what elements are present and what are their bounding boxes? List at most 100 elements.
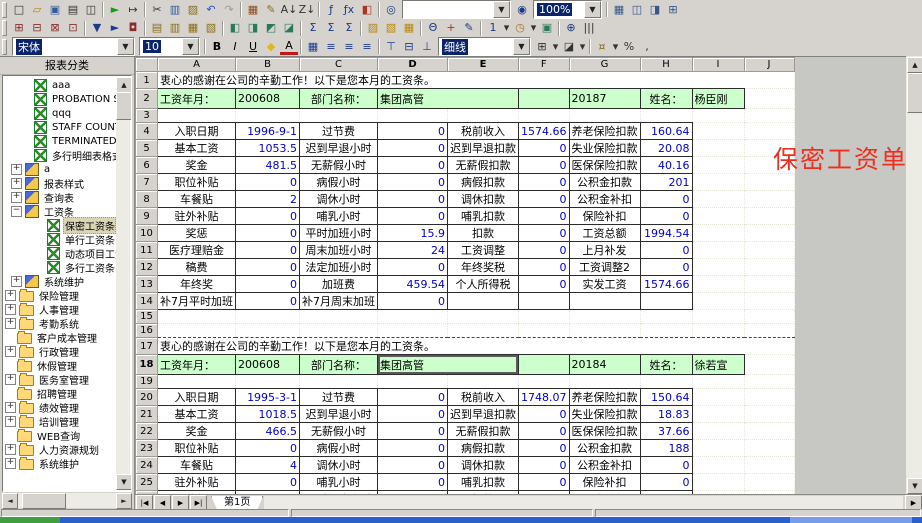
- cell-F20[interactable]: 1748.07: [519, 389, 570, 406]
- prev-sheet-button[interactable]: ◀: [154, 495, 171, 510]
- cell-D10[interactable]: 15.9: [378, 225, 448, 242]
- cell-A22[interactable]: 奖金: [158, 423, 236, 440]
- autosum-icon[interactable]: Σ: [304, 20, 322, 36]
- cell-J11[interactable]: [744, 242, 794, 259]
- cell-A7[interactable]: 职位补贴: [158, 174, 236, 191]
- cell-B6[interactable]: 481.5: [236, 157, 300, 174]
- row-header-7[interactable]: 7: [136, 174, 158, 191]
- column-header-B[interactable]: B: [236, 58, 300, 72]
- cell-H16[interactable]: [640, 324, 692, 338]
- row-header-23[interactable]: 23: [136, 440, 158, 457]
- name-box-dropdown-icon[interactable]: ▼: [493, 1, 510, 18]
- cell-D9[interactable]: 0: [378, 208, 448, 225]
- dept-value[interactable]: 集团高管: [378, 89, 519, 109]
- cell-I9[interactable]: [692, 208, 744, 225]
- cell-B20[interactable]: 1995-3-1: [236, 389, 300, 406]
- folder-new-icon[interactable]: ▨: [364, 20, 382, 36]
- expand-toggle-icon[interactable]: +: [5, 416, 16, 427]
- report-design-icon[interactable]: ▤: [148, 20, 166, 36]
- column-header-J[interactable]: J: [744, 58, 794, 72]
- cell-F19[interactable]: [519, 375, 570, 389]
- cell-C7[interactable]: 病假小时: [300, 174, 378, 191]
- period-label[interactable]: 工资年月：: [158, 355, 236, 375]
- cell-G5[interactable]: 失业保险扣款: [569, 140, 640, 157]
- cell-A13[interactable]: 年终奖: [158, 276, 236, 293]
- cell-E23[interactable]: 病假扣款: [448, 440, 519, 457]
- function-icon[interactable]: ƒ: [322, 2, 340, 18]
- cell-H24[interactable]: 0: [640, 457, 692, 474]
- tree-item[interactable]: +行政管理: [3, 344, 116, 358]
- valign-middle-icon[interactable]: ⊟: [400, 39, 418, 55]
- cell-B7[interactable]: 0: [236, 174, 300, 191]
- sheet-options-icon[interactable]: ⊞: [664, 2, 682, 18]
- sheet-scroll-right-icon[interactable]: ▶: [905, 495, 922, 510]
- tree-item[interactable]: 动态项目工资: [3, 246, 116, 260]
- cell-C6[interactable]: 无薪假小时: [300, 157, 378, 174]
- greeting-text[interactable]: 衷心的感谢在公司的辛勤工作！以下是您本月的工资条。: [158, 338, 795, 355]
- cell-G20[interactable]: 养老保险扣款: [569, 389, 640, 406]
- cell-B10[interactable]: 0: [236, 225, 300, 242]
- cell-H7[interactable]: 201: [640, 174, 692, 191]
- cell-J15[interactable]: [744, 310, 794, 324]
- cell-J13[interactable]: [744, 276, 794, 293]
- cell-J4[interactable]: [744, 123, 794, 140]
- cell-I12[interactable]: [692, 259, 744, 276]
- row-header-18[interactable]: 18: [136, 355, 158, 375]
- column-header-F[interactable]: F: [519, 58, 570, 72]
- cell-J25[interactable]: [744, 474, 794, 491]
- cell-A14[interactable]: 补7月平时加班: [158, 293, 236, 310]
- cell-J12[interactable]: [744, 259, 794, 276]
- cell-D23[interactable]: 0: [378, 440, 448, 457]
- tree-item[interactable]: 保密工资条: [3, 218, 116, 232]
- cell-C12[interactable]: 法定加班小时: [300, 259, 378, 276]
- erase-dropdown-icon[interactable]: ▾: [578, 39, 587, 55]
- tree-item[interactable]: qqq: [3, 106, 116, 120]
- comma-format-icon[interactable]: ,: [638, 39, 656, 55]
- cell-J23[interactable]: [744, 440, 794, 457]
- cell-E22[interactable]: 无薪假扣款: [448, 423, 519, 440]
- find-icon[interactable]: ◎: [382, 2, 400, 18]
- line-style-dropdown-icon[interactable]: ▼: [513, 38, 530, 55]
- tree-hscroll-thumb[interactable]: [22, 493, 66, 509]
- cell-G14[interactable]: [569, 293, 640, 310]
- cell-H11[interactable]: 0: [640, 242, 692, 259]
- search-binoculars-icon[interactable]: ◉: [513, 2, 531, 18]
- tree-scroll-down-icon[interactable]: ▼: [116, 474, 132, 490]
- cell-J14[interactable]: [744, 293, 794, 310]
- row-header-10[interactable]: 10: [136, 225, 158, 242]
- tree-item[interactable]: +查询表: [3, 190, 116, 204]
- delete-row-icon[interactable]: ⊟: [28, 20, 46, 36]
- cell-F6[interactable]: 0: [519, 157, 570, 174]
- cell-H9[interactable]: 0: [640, 208, 692, 225]
- cell-J19[interactable]: [744, 375, 794, 389]
- period-value[interactable]: 200608: [236, 355, 300, 375]
- sort-ascending-icon[interactable]: A↓: [280, 2, 298, 18]
- cell-H13[interactable]: 1574.66: [640, 276, 692, 293]
- name-box-combo[interactable]: ▼: [402, 0, 511, 19]
- cell-J10[interactable]: [744, 225, 794, 242]
- row-header-8[interactable]: 8: [136, 191, 158, 208]
- cell-B15[interactable]: [236, 310, 300, 324]
- cell-B13[interactable]: 0: [236, 276, 300, 293]
- new-document-icon[interactable]: □: [10, 2, 28, 18]
- cell-E4[interactable]: 税前收入: [448, 123, 519, 140]
- employee-number[interactable]: 20187: [569, 89, 640, 109]
- sheet-format-2-icon[interactable]: ◨: [244, 20, 262, 36]
- font-color-icon[interactable]: A: [280, 39, 298, 55]
- cell-A15[interactable]: [158, 310, 236, 324]
- next-sheet-button[interactable]: ▶: [172, 495, 189, 510]
- dept-label[interactable]: 部门名称：: [300, 355, 378, 375]
- cell-D12[interactable]: 0: [378, 259, 448, 276]
- column-header-G[interactable]: G: [569, 58, 640, 72]
- cell-E12[interactable]: 年终奖税: [448, 259, 519, 276]
- cell-H23[interactable]: 188: [640, 440, 692, 457]
- cell-I5[interactable]: [692, 140, 744, 157]
- cell-H20[interactable]: 150.64: [640, 389, 692, 406]
- cell-F23[interactable]: 0: [519, 440, 570, 457]
- paste-icon[interactable]: ▨: [184, 2, 202, 18]
- empty-green-cell[interactable]: [519, 89, 570, 109]
- cell-F5[interactable]: 0: [519, 140, 570, 157]
- row-header-22[interactable]: 22: [136, 423, 158, 440]
- cell-I3[interactable]: [692, 109, 744, 123]
- cell-G4[interactable]: 养老保险扣款: [569, 123, 640, 140]
